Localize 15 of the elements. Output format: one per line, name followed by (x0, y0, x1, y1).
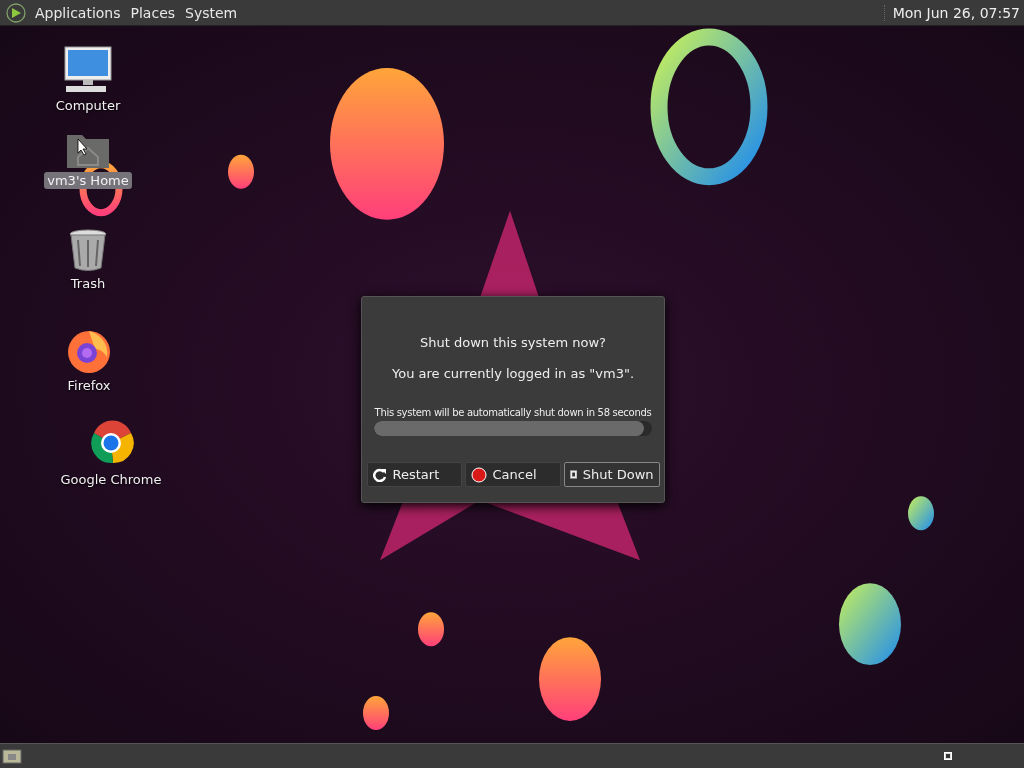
menu-item[interactable]: Applications (30, 4, 126, 21)
cancel-button[interactable]: Cancel (464, 462, 561, 487)
icon-label[interactable]: Google Chrome (57, 471, 165, 488)
icon-label[interactable]: Firefox (64, 377, 114, 394)
dialog-message: You are currently logged in as "vm3". (391, 366, 635, 381)
shutdown-button[interactable]: Shut Down (563, 462, 660, 487)
restart-button[interactable]: Restart (366, 462, 462, 487)
clock[interactable]: Mon Jun 26, 07:57 (883, 4, 1024, 21)
icon-label[interactable]: vm3's Home (44, 172, 132, 189)
menu-item[interactable]: System (180, 4, 243, 21)
icon-label[interactable]: Computer (52, 97, 124, 114)
menu-item[interactable]: Places (125, 4, 181, 21)
icon-label[interactable]: Trash (67, 275, 109, 292)
dialog-question: Shut down this system now? (420, 335, 606, 350)
countdown-text: This system will be automatically shut down in 58 seconds (374, 407, 652, 418)
